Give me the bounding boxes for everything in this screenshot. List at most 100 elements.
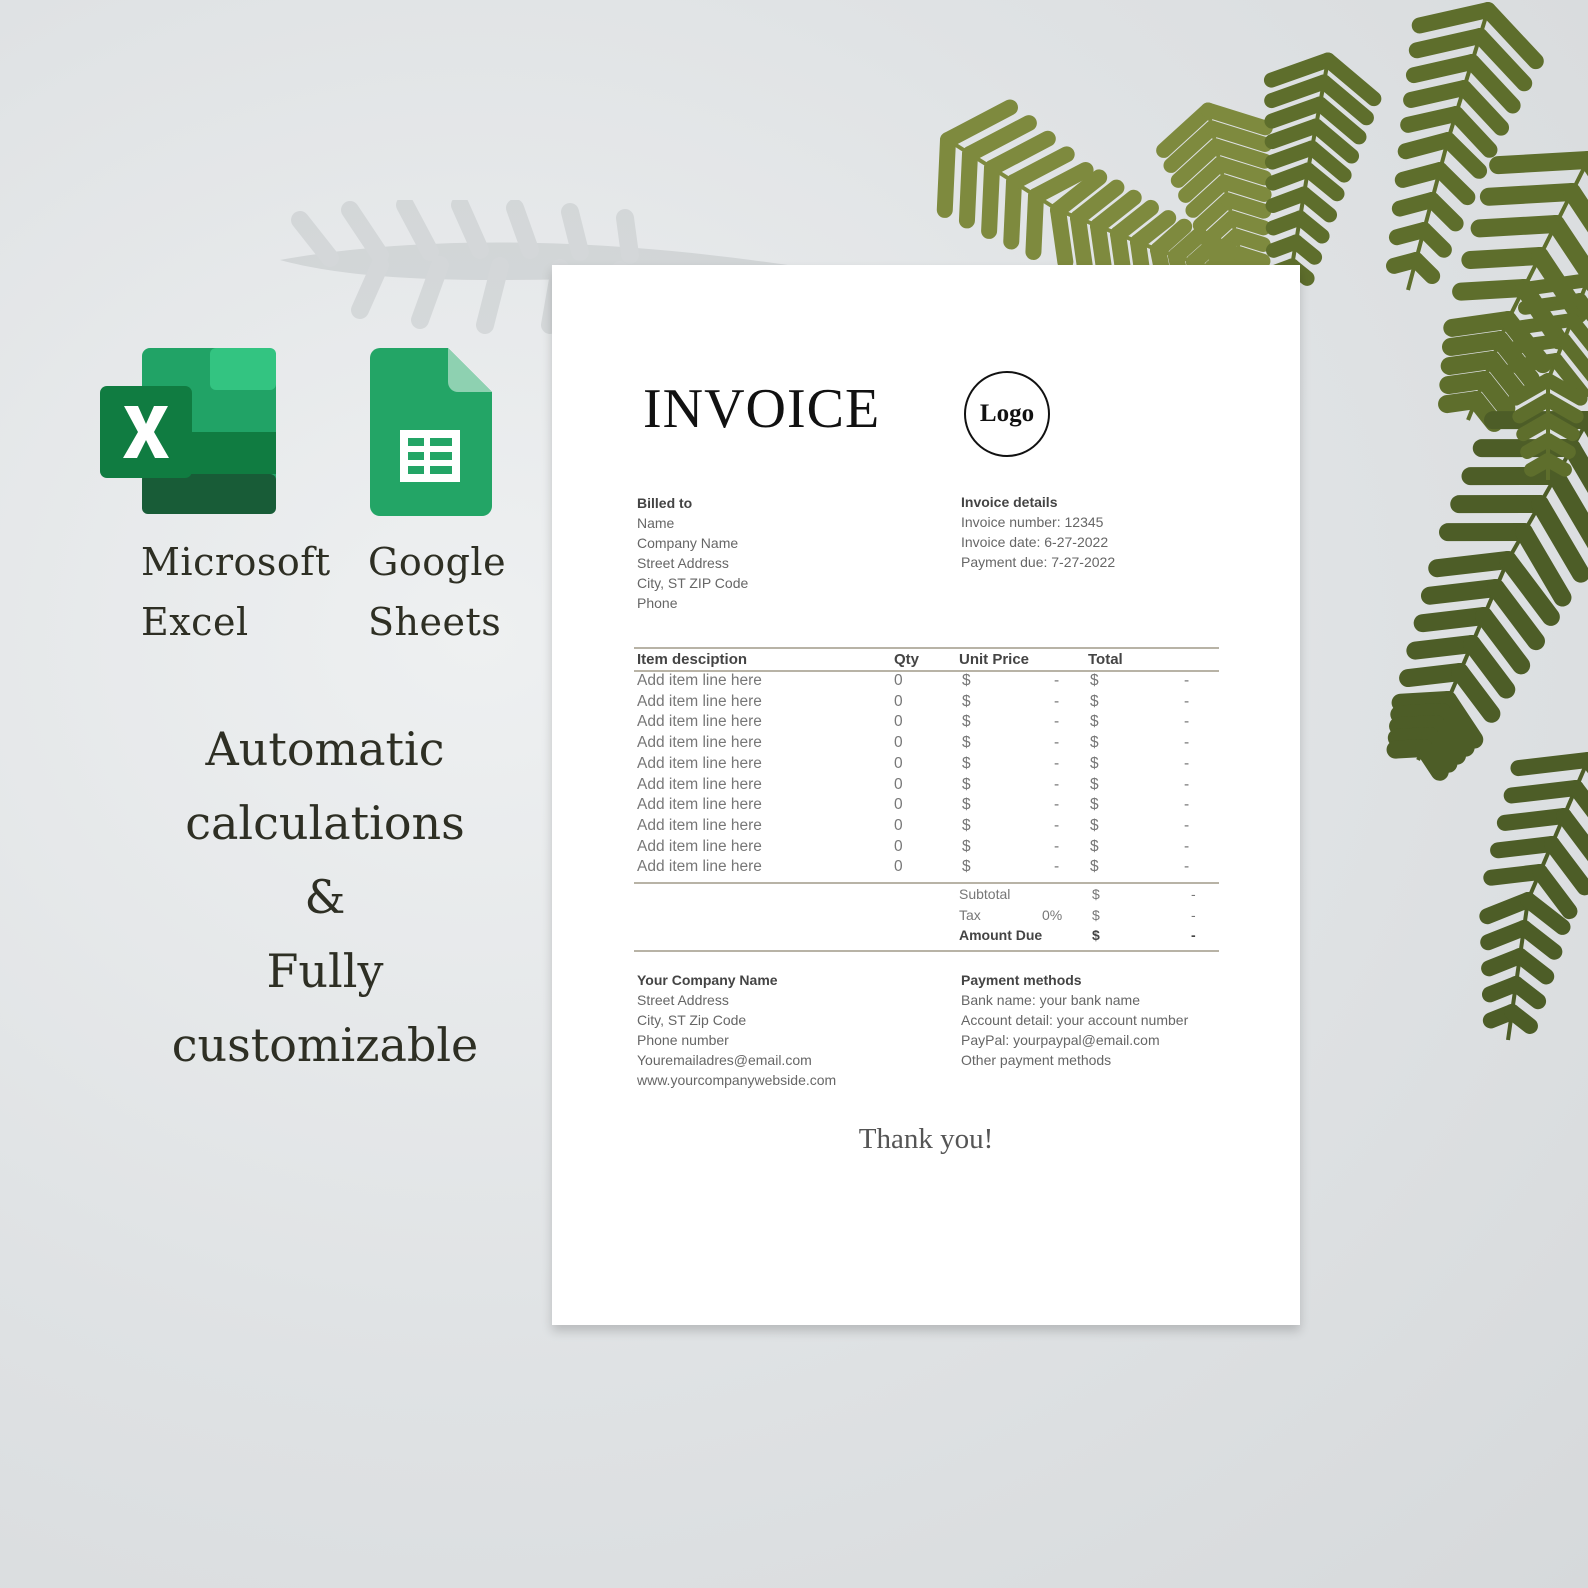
totals-currency: $: [1092, 886, 1100, 902]
tagline-line: customizable: [171, 1018, 479, 1072]
item-qty: 0: [894, 775, 903, 793]
table-row: Add item line here 0 $ - $ -: [634, 734, 1219, 755]
item-price-currency: $: [962, 713, 971, 731]
item-description: Add item line here: [637, 858, 762, 876]
item-total-currency: $: [1090, 734, 1099, 752]
item-description: Add item line here: [637, 713, 762, 731]
invoice-details: Invoice details Invoice number: 12345 In…: [961, 492, 1115, 572]
item-total-currency: $: [1090, 796, 1099, 814]
item-price: -: [1054, 858, 1060, 876]
item-total-currency: $: [1090, 858, 1099, 876]
item-total-currency: $: [1090, 672, 1099, 689]
billed-to-line: Company Name: [637, 535, 739, 551]
totals-value: -: [1191, 927, 1196, 943]
excel-icon: [100, 348, 276, 514]
totals-currency: $: [1092, 927, 1100, 943]
totals-row: Subtotal $ -: [634, 886, 1219, 907]
logo-text: Logo: [979, 400, 1035, 427]
payment-line: Account detail: your account number: [961, 1012, 1189, 1028]
payment-line: Other payment methods: [961, 1052, 1112, 1068]
item-qty: 0: [894, 672, 903, 689]
billed-to-line: Phone: [637, 595, 678, 611]
table-header: Item desciption Qty Unit Price Total: [634, 651, 1219, 671]
item-description: Add item line here: [637, 692, 762, 710]
invoice-title: INVOICE: [643, 378, 881, 440]
col-unit-price: Unit Price: [959, 651, 1030, 668]
totals-bottom-rule: [634, 949, 1219, 952]
item-price-currency: $: [962, 692, 971, 710]
item-price: -: [1054, 692, 1060, 710]
payment-line: PayPal: yourpaypal@email.com: [961, 1032, 1160, 1048]
item-description: Add item line here: [637, 775, 762, 793]
item-qty: 0: [894, 713, 903, 731]
payment-line: Bank name: your bank name: [961, 992, 1140, 1008]
thank-you-note: Thank you!: [858, 1123, 994, 1155]
billed-to-line: City, ST ZIP Code: [637, 575, 749, 591]
item-qty: 0: [894, 734, 903, 752]
item-total: -: [1184, 775, 1190, 793]
fern-frond: [1479, 752, 1588, 1041]
company-line: City, ST Zip Code: [637, 1012, 747, 1028]
details-line: Invoice date: 6-27-2022: [961, 534, 1109, 550]
item-total: -: [1184, 796, 1190, 814]
item-total: -: [1184, 816, 1190, 834]
item-description: Add item line here: [637, 796, 762, 814]
payment-heading: Payment methods: [961, 972, 1082, 988]
item-description: Add item line here: [637, 672, 762, 689]
item-description: Add item line here: [637, 837, 762, 855]
col-qty: Qty: [894, 651, 920, 668]
fern-frond: [1263, 52, 1382, 291]
table-row: Add item line here 0 $ - $ -: [634, 672, 1219, 693]
item-qty: 0: [894, 754, 903, 772]
company-line: Phone number: [637, 1032, 729, 1048]
totals-currency: $: [1092, 906, 1100, 923]
billed-to-line: Street Address: [637, 555, 729, 571]
table-top-rule: [634, 647, 1219, 649]
sheets-label: Google Sheets: [368, 540, 507, 644]
table-row: Add item line here 0 $ - $ -: [634, 713, 1219, 734]
item-total-currency: $: [1090, 816, 1099, 834]
billed-to-line: Name: [637, 515, 675, 531]
tagline-line: &: [304, 870, 346, 924]
item-price-currency: $: [962, 754, 971, 772]
table-row: Add item line here 0 $ - $ -: [634, 776, 1219, 797]
item-total-currency: $: [1090, 692, 1099, 710]
item-price: -: [1054, 754, 1060, 772]
company-line: www.yourcompanywebside.com: [637, 1072, 837, 1088]
item-price: -: [1054, 713, 1060, 731]
item-description: Add item line here: [637, 816, 762, 834]
fern-frond: [1386, 2, 1544, 291]
totals-label: Tax: [959, 906, 981, 923]
item-qty: 0: [894, 796, 903, 814]
item-price-currency: $: [962, 858, 971, 876]
item-description: Add item line here: [637, 734, 762, 752]
table-row: Add item line here 0 $ - $ -: [634, 796, 1219, 817]
tagline-line: calculations: [185, 796, 465, 850]
totals-label: Subtotal: [959, 886, 1011, 902]
details-line: Payment due: 7-27-2022: [961, 554, 1116, 570]
item-qty: 0: [894, 692, 903, 710]
item-total: -: [1184, 754, 1190, 772]
item-total: -: [1184, 858, 1190, 876]
table-row: Add item line here 0 $ - $ -: [634, 693, 1219, 714]
totals-value: -: [1191, 906, 1196, 923]
item-total-currency: $: [1090, 775, 1099, 793]
col-total: Total: [1088, 651, 1123, 668]
item-price-currency: $: [962, 734, 971, 752]
item-total-currency: $: [1090, 713, 1099, 731]
invoice-document: INVOICE Logo Billed to Name Company Name…: [552, 265, 1300, 1325]
item-price: -: [1054, 734, 1060, 752]
item-price: -: [1054, 837, 1060, 855]
item-total: -: [1184, 713, 1190, 731]
company-heading: Your Company Name: [637, 972, 778, 988]
table-row: Add item line here 0 $ - $ -: [634, 755, 1219, 776]
totals-row: Tax 0% $ -: [634, 907, 1219, 928]
company-info: Your Company Name Street Address City, S…: [637, 970, 836, 1090]
item-price-currency: $: [962, 775, 971, 793]
table-row: Add item line here 0 $ - $ -: [634, 838, 1219, 859]
details-line: Invoice number: 12345: [961, 514, 1104, 530]
item-qty: 0: [894, 837, 903, 855]
totals-value: -: [1191, 886, 1196, 902]
item-price: -: [1054, 816, 1060, 834]
item-total: -: [1184, 692, 1190, 710]
